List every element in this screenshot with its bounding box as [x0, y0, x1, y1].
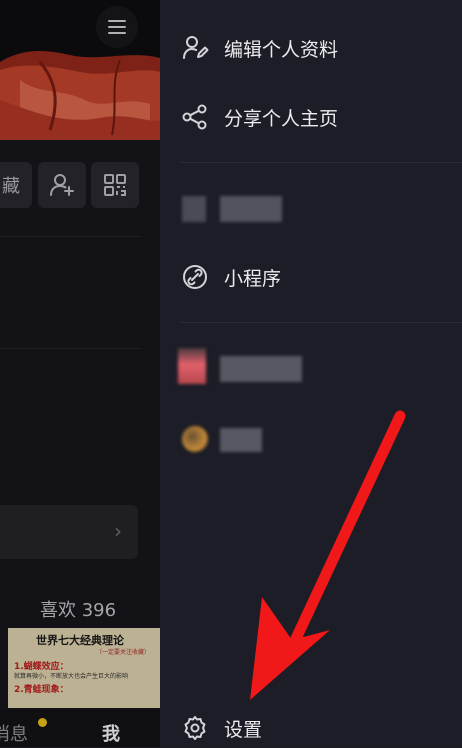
mini-program-icon	[180, 262, 210, 292]
settings-item[interactable]: 设置	[180, 708, 262, 748]
edit-profile-label: 编辑个人资料	[224, 38, 339, 61]
profile-page-background: 藏 › 喜欢 396 世界七大经典理论 （一定要关注收藏） 1.蝴蝶效应： 就算…	[0, 0, 160, 747]
mini-program-label: 小程序	[224, 267, 282, 290]
blurred-label	[220, 428, 262, 452]
blurred-label	[220, 196, 282, 222]
share-profile-label: 分享个人主页	[224, 107, 339, 130]
divider	[180, 162, 462, 163]
share-profile-item[interactable]: 分享个人主页	[180, 97, 338, 137]
edit-profile-icon	[180, 33, 210, 63]
mini-program-item[interactable]: 小程序	[180, 257, 281, 297]
overlay-shade[interactable]	[0, 0, 160, 747]
settings-label: 设置	[224, 718, 263, 741]
share-icon	[180, 102, 210, 132]
blurred-label	[220, 356, 302, 382]
edit-profile-item[interactable]: 编辑个人资料	[180, 28, 338, 68]
side-drawer: 编辑个人资料 分享个人主页 小程序 设置	[160, 0, 462, 747]
gear-icon	[180, 713, 210, 743]
divider	[180, 322, 462, 323]
blurred-icon	[182, 196, 206, 222]
blurred-icon	[182, 426, 208, 452]
blurred-icon	[178, 348, 206, 384]
